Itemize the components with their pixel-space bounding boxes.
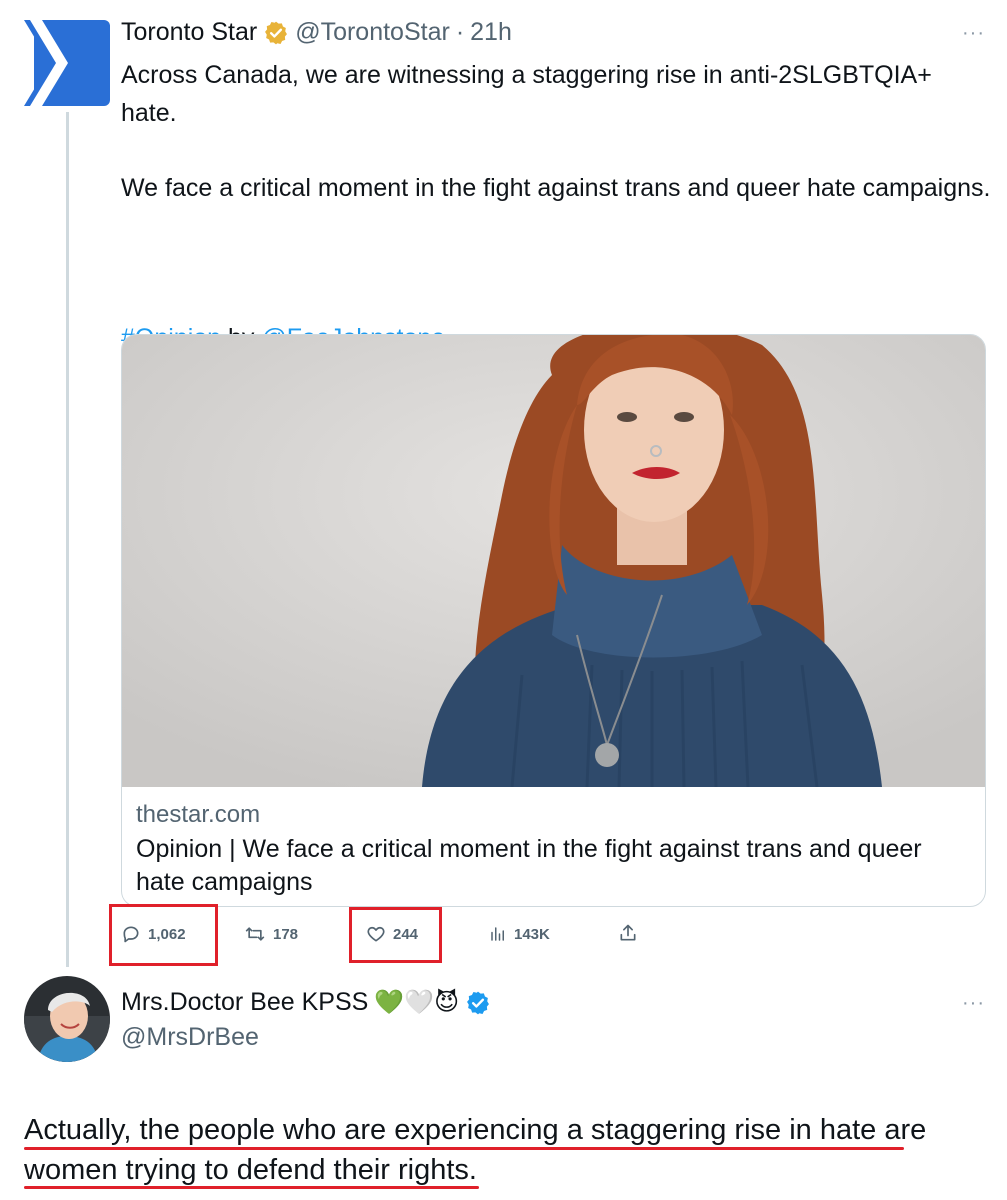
reply-icon: [121, 924, 141, 944]
avatar[interactable]: [24, 976, 110, 1062]
tweet-text: Across Canada, we are witnessing a stagg…: [121, 61, 991, 202]
share-icon: [618, 922, 638, 944]
reply-handle[interactable]: @MrsDrBee: [121, 1023, 259, 1052]
like-icon: [366, 924, 386, 944]
like-button[interactable]: 244: [366, 924, 418, 944]
reply-author-name[interactable]: Mrs.Doctor Bee KPSS: [121, 988, 368, 1017]
more-icon[interactable]: ···: [962, 22, 985, 45]
card-title: Opinion | We face a critical moment in t…: [136, 835, 922, 896]
article-photo: [122, 335, 985, 787]
reply-count: 1,062: [148, 925, 186, 943]
views-count: 143K: [514, 925, 550, 943]
reply-button[interactable]: 1,062: [121, 924, 186, 944]
thread-line: [66, 112, 69, 967]
retweet-button[interactable]: 178: [244, 924, 298, 944]
reply-text-line-2: women trying to defend their rights.: [24, 1154, 477, 1186]
link-card[interactable]: thestar.com Opinion | We face a critical…: [121, 334, 986, 907]
views-button[interactable]: 143K: [489, 924, 550, 944]
share-button[interactable]: [618, 922, 638, 944]
blue-verified-icon: [465, 990, 491, 1016]
reply-more-icon[interactable]: ···: [962, 992, 985, 1015]
retweet-count: 178: [273, 925, 299, 943]
reply-emoji: 💚🤍😈: [374, 989, 460, 1016]
views-icon: [489, 924, 507, 944]
reply-header: Mrs.Doctor Bee KPSS 💚🤍😈: [121, 988, 491, 1017]
reply-text-line-1: Actually, the people who are experiencin…: [24, 1114, 927, 1146]
underline-2: [24, 1186, 479, 1189]
underline-1: [24, 1147, 904, 1150]
card-domain: thestar.com: [136, 801, 261, 828]
author-handle[interactable]: @TorontoStar: [295, 18, 450, 47]
tweet-header: Toronto Star @TorontoStar · 21h: [121, 18, 512, 47]
retweet-icon: [244, 924, 266, 944]
reply-text: Actually, the people who are experiencin…: [24, 1110, 984, 1190]
author-name[interactable]: Toronto Star: [121, 18, 257, 47]
gold-verified-icon: [263, 20, 289, 46]
like-count: 244: [393, 925, 419, 943]
toronto-star-logo[interactable]: [24, 20, 110, 106]
separator-dot: ·: [455, 18, 465, 46]
timestamp[interactable]: 21h: [470, 18, 512, 47]
